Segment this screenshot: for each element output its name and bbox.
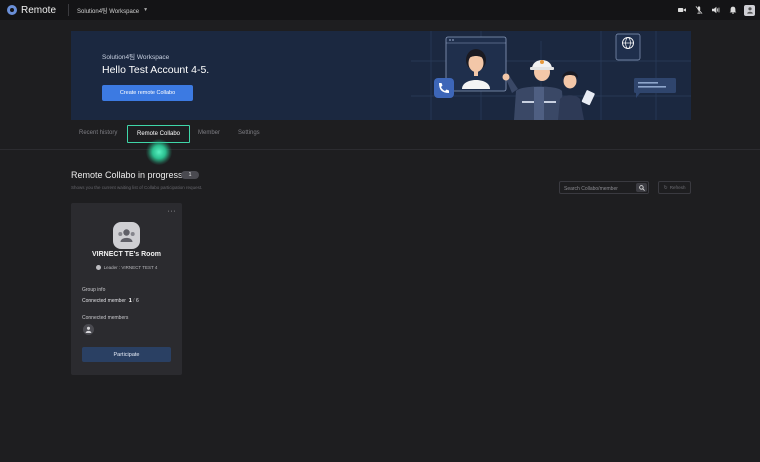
user-avatar-icon[interactable]: [744, 4, 755, 16]
connected-members-label: Connected members: [82, 315, 129, 321]
connected-member-max: 6: [135, 298, 139, 304]
leader-text: Leader : VIRNECT TEST 4: [103, 265, 158, 270]
member-avatar: [83, 324, 94, 335]
mic-off-icon[interactable]: [693, 4, 705, 16]
tab-recent-history[interactable]: Recent history: [79, 130, 117, 136]
create-remote-collabo-button[interactable]: Create remote Collabo: [102, 85, 193, 101]
speaker-icon[interactable]: [710, 4, 722, 16]
refresh-button[interactable]: ↻ Refresh: [658, 181, 691, 194]
banner-workspace-label: Solution4팀 Workspace: [102, 54, 170, 61]
app-name: Remote: [21, 4, 57, 16]
workspace-name: Solution4팀 Workspace: [77, 8, 140, 15]
leader-avatar-icon: [95, 265, 101, 270]
camera-icon[interactable]: [676, 4, 688, 16]
refresh-icon: ↻: [663, 184, 668, 191]
group-info-label: Group info: [82, 287, 106, 293]
refresh-label: Refresh: [669, 185, 686, 190]
section-subtitle: Shows you the current waiting list of Co…: [71, 185, 203, 190]
app-logo: Remote: [7, 5, 56, 16]
person-icon: [85, 326, 92, 333]
top-icon-group: [671, 4, 755, 16]
connected-member-count: 1: [128, 298, 132, 304]
tab-settings[interactable]: Settings: [238, 130, 260, 136]
welcome-banner: Solution4팀 Workspace Hello Test Account …: [71, 31, 691, 120]
section-title: Remote Collabo in progress: [71, 170, 183, 180]
remote-logo-icon: [7, 5, 17, 15]
collabo-count-badge: 1: [181, 171, 199, 179]
room-leader: Leader : VIRNECT TEST 4: [71, 265, 182, 270]
tab-bar: Recent history Remote Collabo Member Set…: [0, 120, 760, 150]
click-indicator: [146, 139, 172, 165]
participate-button[interactable]: Participate: [82, 347, 171, 362]
workspace-selector[interactable]: Solution4팀 Workspace ▼: [68, 4, 148, 16]
top-bar: Remote Solution4팀 Workspace ▼: [0, 0, 760, 20]
more-options-icon[interactable]: ···: [168, 208, 177, 215]
banner-greeting: Hello Test Account 4-5.: [102, 64, 210, 76]
search-box: [559, 181, 649, 194]
bell-icon[interactable]: [727, 4, 739, 16]
search-icon[interactable]: [636, 183, 647, 192]
connected-member-row: Connected member 1 / 6: [82, 298, 139, 304]
chevron-down-icon: ▼: [143, 7, 149, 13]
banner-illustration: [434, 33, 676, 120]
collabo-card: ··· VIRNECT TE's Room Leader : VIRNECT T…: [71, 203, 182, 375]
connected-member-label: Connected member: [82, 298, 126, 304]
group-icon: [113, 222, 140, 249]
tab-member[interactable]: Member: [198, 130, 220, 136]
search-input[interactable]: [564, 185, 630, 192]
room-name: VIRNECT TE's Room: [92, 251, 161, 258]
